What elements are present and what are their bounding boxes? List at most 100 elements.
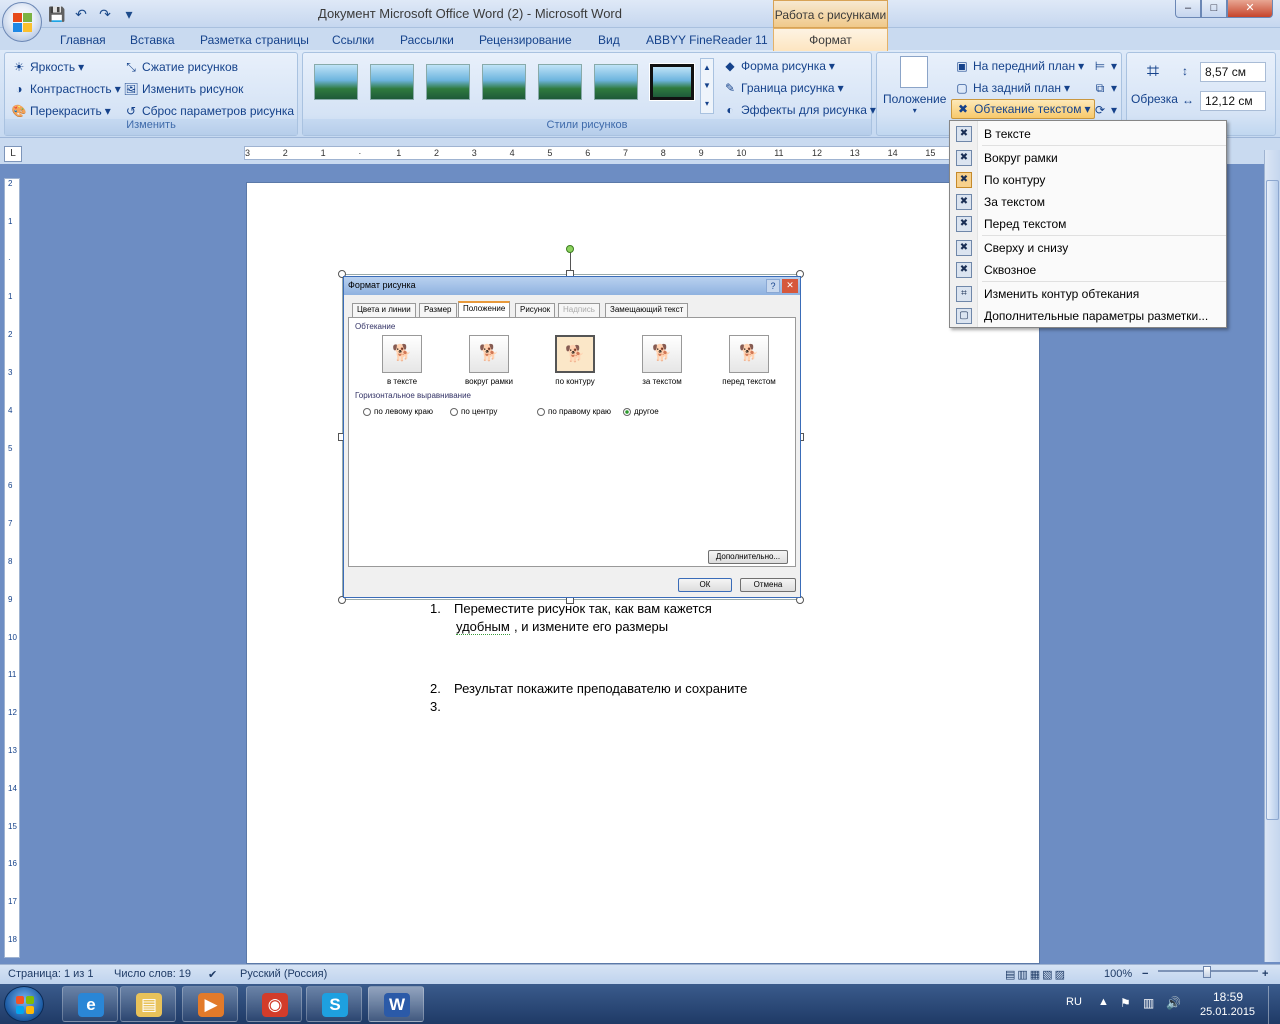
minimize-button[interactable]: – — [1175, 0, 1201, 18]
picture-style-2[interactable] — [370, 64, 414, 100]
tab-review[interactable]: Рецензирование — [479, 31, 572, 50]
recolor-button[interactable]: 🎨 Перекрасить ▾ — [11, 103, 111, 119]
picture-tools-context-label: Работа с рисунками — [773, 0, 888, 28]
shape-icon: ◆ — [725, 59, 735, 73]
tab-view[interactable]: Вид — [598, 31, 620, 50]
menu-item-tight[interactable]: ✖ По контуру — [950, 169, 1226, 191]
crop-button[interactable]: Обрезка — [1131, 92, 1178, 106]
picture-style-7[interactable] — [649, 63, 695, 101]
picture-effects-button[interactable]: ◐ Эффекты для рисунка ▾ — [722, 102, 876, 118]
picture-style-5[interactable] — [538, 64, 582, 100]
tab-mailings[interactable]: Рассылки — [400, 31, 454, 50]
compress-pictures-button[interactable]: ⤡ Сжатие рисунков — [123, 59, 238, 75]
proofing-icon[interactable]: ✔ — [208, 968, 217, 981]
contrast-button[interactable]: ◑ Контрастность ▾ — [11, 81, 120, 97]
action-center-flag-icon[interactable]: ⚑ — [1120, 996, 1131, 1010]
language-indicator[interactable]: Русский (Россия) — [240, 968, 327, 980]
menu-item-in-line[interactable]: ✖ В тексте — [950, 123, 1226, 145]
network-icon[interactable]: ▥ — [1143, 996, 1154, 1010]
change-picture-button[interactable]: 🖼 Изменить рисунок — [123, 81, 243, 97]
zoom-level[interactable]: 100% — [1104, 968, 1132, 980]
view-buttons[interactable]: ▤▥▦▧▨ — [1005, 968, 1067, 981]
ruler-mark: · — [358, 148, 362, 158]
tab-references[interactable]: Ссылки — [332, 31, 374, 50]
taskbar-word[interactable]: W — [368, 986, 424, 1022]
office-button[interactable] — [2, 2, 42, 42]
maximize-button[interactable]: □ — [1201, 0, 1227, 18]
zoom-out-button[interactable]: − — [1142, 968, 1148, 980]
wrap-front-menu-icon: ✖ — [956, 216, 972, 232]
menu-item-through[interactable]: ✖ Сквозное — [950, 259, 1226, 281]
styles-gallery-scroll[interactable]: ▲ ▼ ▾ — [700, 58, 714, 114]
clock-date[interactable]: 25.01.2015 — [1200, 1006, 1255, 1018]
picture-shape-button[interactable]: ◆ Форма рисунка ▾ — [722, 58, 835, 74]
dialog-more-button: Дополнительно... — [708, 550, 788, 564]
language-bar[interactable]: RU — [1066, 996, 1082, 1008]
menu-item-edit-wrap-points[interactable]: ⌗ Изменить контур обтекания — [950, 283, 1226, 305]
picture-border-button[interactable]: ✎ Граница рисунка ▾ — [722, 80, 844, 96]
save-icon[interactable]: 💾 — [48, 5, 66, 23]
scrollbar-thumb[interactable] — [1266, 180, 1279, 820]
position-button[interactable]: Положение ▾ — [883, 92, 946, 115]
tab-selector-button[interactable]: L — [4, 146, 22, 162]
rotate-button[interactable]: ⟳ ▾ — [1092, 102, 1117, 118]
reset-picture-button[interactable]: ↺ Сброс параметров рисунка — [123, 103, 294, 119]
horizontal-ruler[interactable]: 3 2 1 · 1 2 3 4 5 6 7 8 9 10 11 12 13 14 15 — [244, 146, 1036, 160]
word-count[interactable]: Число слов: 19 — [114, 968, 191, 980]
qat-customize-icon[interactable]: ▾ — [120, 5, 138, 23]
list-item-1-line-2[interactable]: , и измените его размеры — [514, 619, 668, 634]
list-item-2[interactable]: Результат покажите преподавателю и сохра… — [454, 681, 747, 696]
bring-to-front-button[interactable]: ▣ На передний план ▾ — [954, 58, 1084, 74]
crop-icon: ⌗ — [1146, 58, 1160, 83]
picture-style-4[interactable] — [482, 64, 526, 100]
close-button[interactable]: ✕ — [1227, 0, 1273, 18]
width-input[interactable]: 12,12 см — [1200, 91, 1266, 111]
brightness-button[interactable]: ☀ Яркость ▾ — [11, 59, 85, 75]
list-item-1-word-udobnym[interactable]: удобным — [456, 619, 510, 635]
tab-format[interactable]: Формат — [773, 28, 888, 51]
send-to-back-button[interactable]: ▢ На задний план ▾ — [954, 80, 1070, 96]
taskbar-skype[interactable]: S — [306, 986, 362, 1022]
zoom-slider-knob[interactable] — [1203, 966, 1211, 978]
menu-item-in-front-of-text[interactable]: ✖ Перед текстом — [950, 213, 1226, 235]
volume-icon[interactable]: 🔊 — [1166, 996, 1181, 1010]
vruler-mark: 16 — [8, 859, 17, 869]
tab-insert[interactable]: Вставка — [130, 31, 175, 50]
taskbar-ie[interactable]: e — [62, 986, 118, 1022]
menu-item-more-layout-options[interactable]: ▢ Дополнительные параметры разметки... — [950, 305, 1226, 327]
list-item-1-line-1[interactable]: Переместите рисунок так, как вам кажется — [454, 601, 712, 616]
picture-style-1[interactable] — [314, 64, 358, 100]
text-wrapping-button[interactable]: ✖ Обтекание текстом ▾ — [951, 99, 1095, 119]
vertical-ruler[interactable]: 2 1 · 1 2 3 4 5 6 7 8 9 10 11 12 13 14 15 16 17 18 — [4, 178, 20, 958]
undo-icon[interactable]: ↶ — [72, 5, 90, 23]
start-button[interactable] — [4, 986, 44, 1022]
ruler-mark: 15 — [925, 148, 936, 158]
tab-abbyy[interactable]: ABBYY FineReader 11 — [646, 31, 768, 50]
menu-item-square[interactable]: ✖ Вокруг рамки — [950, 147, 1226, 169]
redo-icon[interactable]: ↷ — [96, 5, 114, 23]
compress-icon: ⤡ — [126, 60, 136, 74]
vertical-scrollbar[interactable] — [1264, 150, 1280, 962]
taskbar-chrome[interactable]: ◉ — [246, 986, 302, 1022]
ruler-mark: 5 — [547, 148, 553, 158]
group-objects-button[interactable]: ⧉ ▾ — [1092, 80, 1117, 96]
tab-home[interactable]: Главная — [60, 31, 106, 50]
vruler-mark: 17 — [8, 897, 17, 907]
align-button[interactable]: ⊨ ▾ — [1092, 58, 1117, 74]
picture-style-6[interactable] — [594, 64, 638, 100]
taskbar-media-player[interactable]: ▶ — [182, 986, 238, 1022]
taskbar-explorer[interactable]: ▤ — [120, 986, 176, 1022]
clock-time[interactable]: 18:59 — [1213, 990, 1243, 1004]
height-input[interactable]: 8,57 см — [1200, 62, 1266, 82]
menu-item-behind-text[interactable]: ✖ За текстом — [950, 191, 1226, 213]
show-desktop-button[interactable] — [1268, 986, 1280, 1024]
show-hidden-icons[interactable]: ▲ — [1098, 996, 1109, 1008]
vruler-mark: 2 — [8, 330, 13, 340]
vruler-mark: 12 — [8, 708, 17, 718]
page-count[interactable]: Страница: 1 из 1 — [8, 968, 94, 980]
zoom-in-button[interactable]: + — [1262, 968, 1268, 980]
menu-item-top-and-bottom[interactable]: ✖ Сверху и снизу — [950, 237, 1226, 259]
rotation-handle[interactable] — [566, 245, 574, 253]
picture-style-3[interactable] — [426, 64, 470, 100]
tab-page-layout[interactable]: Разметка страницы — [200, 31, 309, 50]
